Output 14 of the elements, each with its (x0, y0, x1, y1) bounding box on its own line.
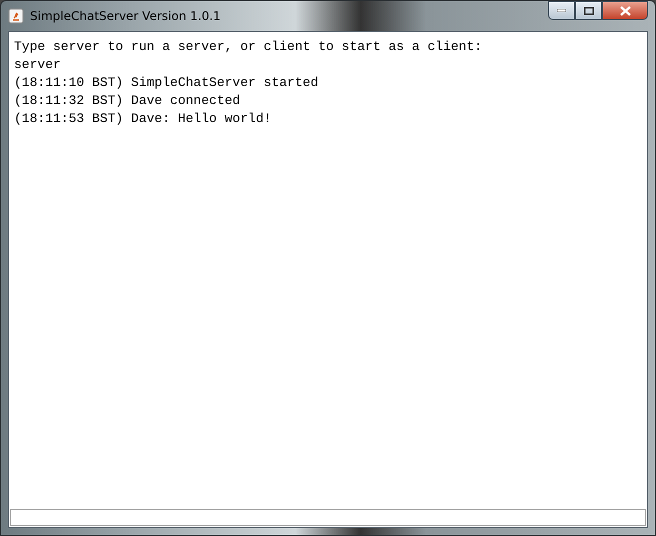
window-title: SimpleChatServer Version 1.0.1 (30, 9, 221, 23)
minimize-button[interactable] (548, 1, 575, 20)
maximize-button[interactable] (575, 1, 602, 20)
close-icon (620, 6, 630, 16)
app-icon (8, 8, 24, 24)
log-line: (18:11:53 BST) Dave: Hello world! (14, 110, 272, 128)
minimize-icon (557, 9, 566, 12)
log-line: Type server to run a server, or client to start as a client: (14, 38, 482, 56)
log-line: server (14, 56, 61, 74)
log-line: (18:11:10 BST) SimpleChatServer started (14, 74, 318, 92)
log-line: (18:11:32 BST) Dave connected (14, 92, 240, 110)
close-button[interactable] (602, 1, 648, 20)
message-input-field[interactable] (10, 509, 646, 526)
maximize-icon (584, 6, 594, 14)
